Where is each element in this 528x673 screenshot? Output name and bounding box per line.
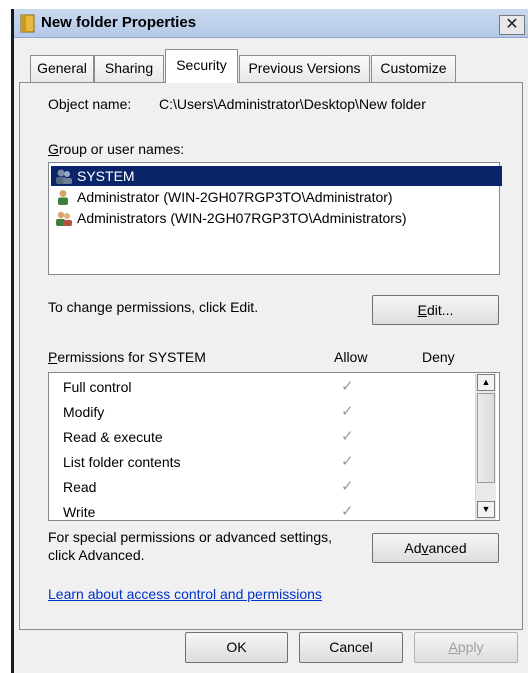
properties-dialog: New folder Properties ✕ General Sharing …: [11, 9, 528, 673]
security-panel: Object name: C:\Users\Administrator\Desk…: [19, 82, 523, 630]
folder-icon: [20, 14, 35, 33]
permission-name: Read & execute: [63, 429, 163, 445]
permissions-label: Permissions for SYSTEM: [48, 349, 206, 365]
advanced-label-post: anced: [428, 540, 467, 556]
permission-row: Modify ✓: [63, 401, 443, 423]
permission-name: List folder contents: [63, 454, 181, 470]
permission-name: Write: [63, 504, 96, 520]
allow-check-icon: ✓: [341, 403, 354, 420]
user-name: SYSTEM: [77, 168, 135, 184]
apply-label-rest: pply: [457, 639, 484, 655]
tab-sharing[interactable]: Sharing: [94, 55, 164, 82]
close-icon: ✕: [505, 16, 519, 33]
permissions-label-rest: ermissions for SYSTEM: [57, 349, 206, 365]
deny-column-header: Deny: [422, 349, 455, 365]
tab-customize[interactable]: Customize: [371, 55, 456, 82]
edit-label-rest: dit...: [426, 302, 454, 318]
user-row-administrators[interactable]: Administrators (WIN-2GH07RGP3TO\Administ…: [51, 208, 502, 228]
permissions-accel: P: [48, 349, 58, 365]
scroll-up-button[interactable]: ▲: [477, 374, 495, 391]
allow-check-icon: ✓: [341, 378, 354, 395]
user-name: Administrator (WIN-2GH07RGP3TO\Administr…: [77, 189, 393, 205]
user-icon: [58, 190, 68, 205]
apply-accel: A: [448, 639, 458, 655]
arrow-down-icon: ▼: [481, 504, 491, 514]
change-permissions-text: To change permissions, click Edit.: [48, 299, 259, 315]
apply-button[interactable]: Apply: [414, 632, 518, 663]
group-accel: G: [48, 141, 59, 157]
close-button[interactable]: ✕: [499, 15, 525, 35]
cancel-button[interactable]: Cancel: [299, 632, 403, 663]
scroll-thumb[interactable]: [477, 393, 495, 483]
permission-name: Full control: [63, 379, 132, 395]
tab-security[interactable]: Security: [165, 49, 238, 83]
allow-check-icon: ✓: [341, 453, 354, 470]
group-user-names-label: Group or user names:: [48, 141, 184, 157]
group-icon: [56, 211, 72, 226]
object-name-value: C:\Users\Administrator\Desktop\New folde…: [159, 96, 426, 112]
permissions-scrollbar[interactable]: ▲ ▼: [475, 374, 496, 520]
object-name-label: Object name:: [48, 96, 132, 112]
special-permissions-text-line1: For special permissions or advanced sett…: [48, 529, 333, 545]
user-name: Administrators (WIN-2GH07RGP3TO\Administ…: [77, 210, 407, 226]
permission-row: Full control ✓: [63, 376, 443, 398]
user-row-system[interactable]: SYSTEM: [51, 166, 502, 186]
permission-row: Read ✓: [63, 476, 443, 498]
advanced-button[interactable]: Advanced: [372, 533, 499, 563]
tab-previous-versions[interactable]: Previous Versions: [239, 55, 370, 82]
ok-button[interactable]: OK: [185, 632, 288, 663]
arrow-up-icon: ▲: [481, 377, 491, 387]
allow-check-icon: ✓: [341, 428, 354, 445]
permission-name: Read: [63, 479, 97, 495]
special-permissions-text-line2: click Advanced.: [48, 547, 145, 563]
allow-check-icon: ✓: [341, 478, 354, 495]
allow-column-header: Allow: [334, 349, 368, 365]
system-users-icon: [56, 169, 72, 184]
tab-general[interactable]: General: [30, 55, 94, 82]
group-label-rest: roup or user names:: [58, 141, 185, 157]
permission-row: Read & execute ✓: [63, 426, 443, 448]
scroll-down-button[interactable]: ▼: [477, 501, 495, 518]
window-title: New folder Properties: [41, 14, 197, 31]
permission-row: Write ✓: [63, 501, 443, 523]
user-row-administrator[interactable]: Administrator (WIN-2GH07RGP3TO\Administr…: [51, 187, 502, 207]
title-bar[interactable]: New folder Properties ✕: [14, 9, 528, 38]
permission-name: Modify: [63, 404, 105, 420]
edit-accel: E: [417, 302, 427, 318]
user-list[interactable]: SYSTEM Administrator (WIN-2GH07RGP3TO\Ad…: [48, 162, 502, 275]
advanced-label-pre: Ad: [404, 540, 422, 556]
edit-button[interactable]: Edit...: [372, 295, 499, 325]
permissions-list[interactable]: Full control ✓ Modify ✓ Read & execute ✓…: [48, 372, 500, 521]
permission-row: List folder contents ✓: [63, 451, 443, 473]
allow-check-icon: ✓: [341, 503, 354, 520]
learn-access-control-link[interactable]: Learn about access control and permissio…: [48, 586, 322, 602]
